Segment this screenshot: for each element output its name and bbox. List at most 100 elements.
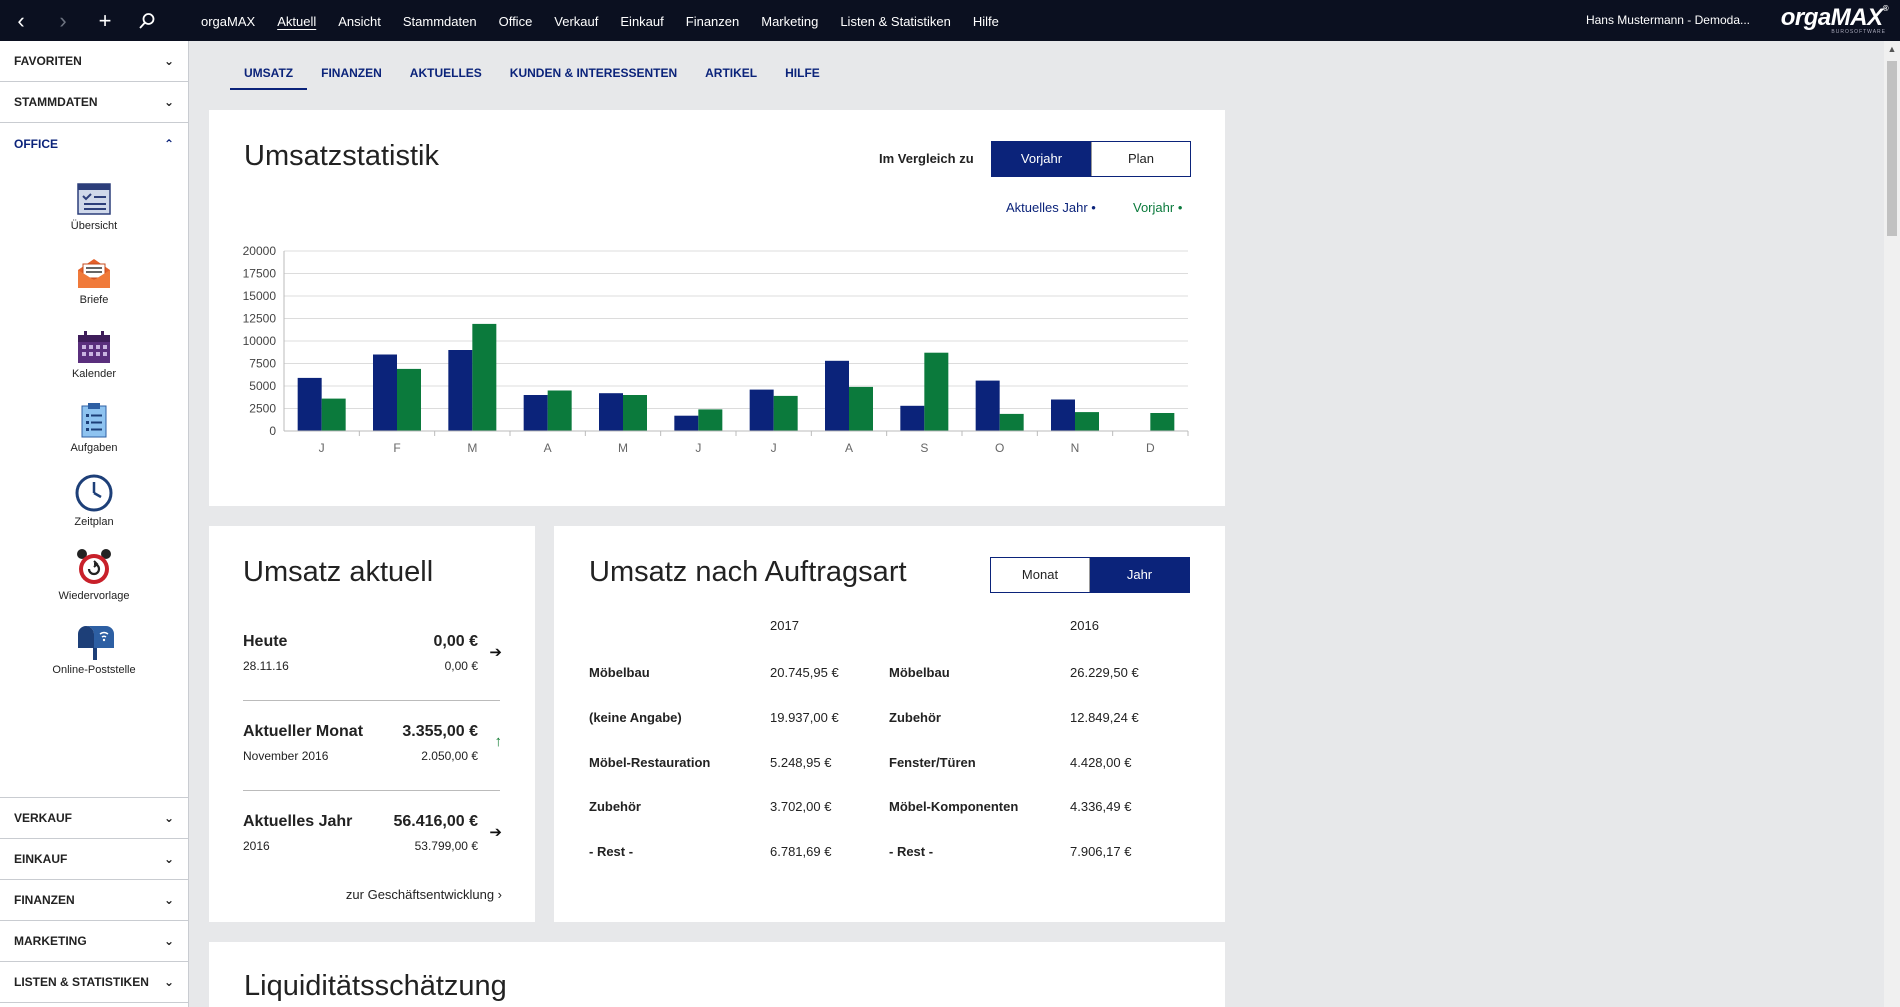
office-item-label: Wiedervorlage: [58, 590, 130, 602]
menu-listen-statistiken[interactable]: Listen & Statistiken: [829, 0, 962, 41]
umsatzstatistik-card: Umsatzstatistik Im Vergleich zu Vorjahr …: [209, 110, 1225, 506]
y-tick-label: 5000: [249, 379, 276, 393]
back-button[interactable]: ‹: [0, 0, 42, 41]
row-heute[interactable]: Heute 0,00 € 28.11.16 0,00 € ➔: [243, 633, 502, 673]
sidebar: FAVORITEN ⌄ STAMMDATEN ⌄ OFFICE ⌃ Übersicht…: [0, 41, 189, 1007]
menu-marketing[interactable]: Marketing: [750, 0, 829, 41]
tasks-icon: [81, 403, 107, 438]
tab-finanzen[interactable]: FINANZEN: [307, 58, 396, 90]
office-item-briefe[interactable]: Briefe: [0, 238, 188, 312]
row-a-label: Möbelbau: [589, 665, 650, 680]
scrollbar-thumb[interactable]: [1887, 61, 1897, 236]
main-menu: orgaMAX Aktuell Ansicht Stammdaten Offic…: [190, 0, 1010, 41]
row-value: 3.355,00 €: [402, 723, 478, 740]
office-item-label: Online-Poststelle: [52, 664, 136, 676]
row-b-value: 4.428,00 €: [1070, 755, 1132, 770]
x-tick-label: F: [393, 441, 400, 455]
sidebar-head-verkauf[interactable]: VERKAUF ⌄: [0, 798, 188, 839]
bar-vorjahr: [321, 398, 346, 431]
row-a-value: 19.937,00 €: [770, 710, 839, 725]
bar-aktuelles-jahr: [599, 393, 623, 431]
tab-umsatz[interactable]: UMSATZ: [230, 58, 308, 90]
y-tick-label: 10000: [243, 334, 277, 348]
menu-orgamax[interactable]: orgaMAX: [190, 0, 266, 41]
row-b-label: Zubehör: [889, 710, 941, 725]
row-label: Aktuelles Jahr: [243, 813, 353, 830]
menu-hilfe[interactable]: Hilfe: [962, 0, 1010, 41]
x-tick-label: M: [618, 441, 628, 455]
sidebar-head-finanzen[interactable]: FINANZEN ⌄: [0, 880, 188, 921]
tab-hilfe[interactable]: HILFE: [771, 58, 834, 90]
geschaeftsentwicklung-link[interactable]: zur Geschäftsentwicklung ›: [346, 887, 502, 902]
chevron-down-icon: ⌄: [163, 852, 174, 866]
menu-office[interactable]: Office: [488, 0, 544, 41]
forward-button[interactable]: ›: [42, 0, 84, 41]
tab-aktuelles[interactable]: AKTUELLES: [396, 58, 496, 90]
office-item-kalender[interactable]: Kalender: [0, 312, 188, 386]
office-item-online-poststelle[interactable]: Online-Poststelle: [0, 608, 188, 682]
row-sub-label: 2016: [243, 839, 270, 853]
row-b-value: 4.336,49 €: [1070, 799, 1132, 814]
search-icon[interactable]: [126, 0, 168, 41]
row-a-value: 5.248,95 €: [770, 755, 832, 770]
menu-finanzen[interactable]: Finanzen: [675, 0, 750, 41]
sidebar-head-einkauf[interactable]: EINKAUF ⌄: [0, 839, 188, 880]
nav-tools: ‹ › +: [0, 0, 190, 41]
y-tick-label: 0: [269, 424, 276, 438]
office-item-label: Aufgaben: [70, 442, 118, 454]
chevron-down-icon: ⌄: [163, 95, 174, 109]
row-b-value: 26.229,50 €: [1070, 665, 1139, 680]
office-item-zeitplan[interactable]: Zeitplan: [0, 460, 188, 534]
row-aktueller-monat[interactable]: Aktueller Monat 3.355,00 € November 2016…: [243, 723, 502, 763]
monat-toggle-button[interactable]: Monat: [991, 558, 1090, 592]
top-bar: ‹ › + orgaMAX Aktuell Ansicht Stammdaten…: [0, 0, 1900, 41]
umsatz-aktuell-card: Umsatz aktuell Heute 0,00 € 28.11.16 0,0…: [209, 526, 535, 922]
sidebar-head-favoriten[interactable]: FAVORITEN ⌄: [0, 41, 188, 82]
bar-aktuelles-jahr: [900, 405, 925, 431]
auftragsart-title: Umsatz nach Auftragsart: [589, 556, 907, 588]
tab-kunden-interessenten[interactable]: KUNDEN & INTERESSENTEN: [496, 58, 691, 90]
bar-vorjahr: [623, 395, 647, 431]
office-item-aufgaben[interactable]: Aufgaben: [0, 386, 188, 460]
scroll-up-arrow-icon[interactable]: ▲: [1884, 41, 1900, 57]
office-item-uebersicht[interactable]: Übersicht: [0, 164, 188, 238]
scrollbar[interactable]: ▲: [1884, 41, 1900, 1007]
y-tick-label: 12500: [243, 312, 277, 326]
bar-aktuelles-jahr: [674, 415, 699, 431]
bar-vorjahr: [924, 352, 949, 431]
row-b-label: - Rest -: [889, 844, 934, 859]
bar-aktuelles-jahr: [1051, 399, 1075, 431]
sidebar-bottom-heads: VERKAUF ⌄ EINKAUF ⌄ FINANZEN ⌄ MARKETING ⌄ L…: [0, 797, 188, 1003]
sidebar-head-marketing[interactable]: MARKETING ⌄: [0, 921, 188, 962]
bar-aktuelles-jahr: [523, 395, 548, 431]
overview-icon: [77, 183, 111, 215]
add-button[interactable]: +: [84, 0, 126, 41]
liquiditaet-title: Liquiditätsschätzung: [244, 970, 507, 1002]
tab-artikel[interactable]: ARTIKEL: [691, 58, 771, 90]
sidebar-head-office[interactable]: OFFICE ⌃: [0, 123, 188, 164]
sidebar-head-stammdaten[interactable]: STAMMDATEN ⌄: [0, 82, 188, 123]
row-label: Aktueller Monat: [243, 723, 364, 740]
menu-aktuell[interactable]: Aktuell: [266, 0, 327, 41]
row-a-value: 20.745,95 €: [770, 665, 839, 680]
office-item-wiedervorlage[interactable]: Wiedervorlage: [0, 534, 188, 608]
row-b-value: 12.849,24 €: [1070, 710, 1139, 725]
bar-vorjahr: [999, 413, 1024, 431]
row-b-value: 7.906,17 €: [1070, 844, 1132, 859]
chevron-down-icon: ⌄: [163, 893, 174, 907]
menu-einkauf[interactable]: Einkauf: [609, 0, 674, 41]
jahr-toggle-button[interactable]: Jahr: [1090, 558, 1189, 592]
x-tick-label: A: [544, 441, 552, 455]
sidebar-head-listen-statistiken[interactable]: LISTEN & STATISTIKEN ⌄: [0, 962, 188, 1003]
auftragsart-card: Umsatz nach Auftragsart Monat Jahr 2017 …: [554, 526, 1225, 922]
row-aktuelles-jahr[interactable]: Aktuelles Jahr 56.416,00 € 2016 53.799,0…: [243, 813, 502, 853]
bar-vorjahr: [1150, 413, 1175, 431]
user-name[interactable]: Hans Mustermann - Demoda...: [1586, 0, 1750, 41]
chevron-down-icon: ⌄: [163, 54, 174, 68]
menu-stammdaten[interactable]: Stammdaten: [392, 0, 488, 41]
menu-verkauf[interactable]: Verkauf: [543, 0, 609, 41]
bar-vorjahr: [472, 323, 497, 431]
arrow-right-icon: ➔: [489, 824, 502, 841]
menu-ansicht[interactable]: Ansicht: [327, 0, 392, 41]
row-sub-value: 0,00 €: [444, 659, 478, 673]
